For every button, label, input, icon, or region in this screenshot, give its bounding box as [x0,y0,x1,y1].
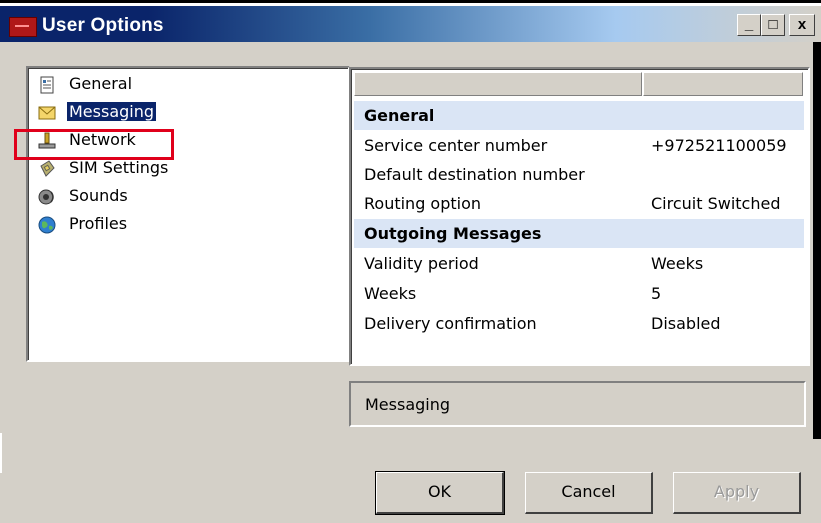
cancel-button[interactable]: Cancel [525,472,653,514]
property-name: Service center number [364,136,548,155]
property-row[interactable]: Validity period Weeks [354,249,804,278]
property-value[interactable]: Weeks [651,254,703,273]
property-row[interactable]: Default destination number [354,160,804,189]
speaker-icon [38,189,54,205]
nav-label-sounds: Sounds [69,186,128,205]
category-list[interactable]: General Messaging Network SIM Settings S… [26,66,350,362]
close-button[interactable]: x [789,14,815,36]
property-row[interactable]: Weeks 5 [354,279,804,308]
document-icon [40,76,54,94]
property-value[interactable]: 5 [651,284,661,303]
apply-button[interactable]: Apply [673,472,801,514]
globe-person-icon [38,216,56,234]
property-name: Validity period [364,254,479,273]
property-value[interactable]: Circuit Switched [651,194,780,213]
top-border-line [0,0,821,3]
envelope-icon [38,106,56,120]
left-edge-line [0,433,2,473]
ok-button[interactable]: OK [375,471,505,515]
window-title: User Options [42,15,164,36]
network-highlight-annotation [14,129,174,160]
nav-label-general: General [69,74,133,93]
property-grid[interactable]: General Service center number +972521100… [349,67,810,366]
section-header-outgoing-messages: Outgoing Messages [354,219,804,248]
description-text: Messaging [365,395,451,414]
property-name: Default destination number [364,165,585,184]
property-value[interactable]: Disabled [651,314,721,333]
property-name: Weeks [364,284,417,303]
title-bar[interactable]: User Options _ □ x [0,6,821,42]
user-options-window: User Options _ □ x General Messaging Net… [0,6,821,523]
description-panel: Messaging [349,381,806,427]
property-row[interactable]: Delivery confirmation Disabled [354,309,804,338]
section-header-general: General [354,101,804,130]
nav-label-messaging: Messaging [67,102,157,121]
column-header-name[interactable] [354,72,642,96]
app-icon[interactable] [9,17,37,37]
property-row[interactable]: Service center number +972521100059 [354,131,804,160]
section-title: General [364,106,435,125]
nav-label-profiles: Profiles [69,214,128,233]
property-name: Delivery confirmation [364,314,537,333]
column-header-value[interactable] [643,72,803,96]
section-title: Outgoing Messages [364,224,542,243]
maximize-button[interactable]: □ [761,14,785,36]
property-name: Routing option [364,194,482,213]
property-row[interactable]: Routing option Circuit Switched [354,189,804,218]
nav-label-sim-settings: SIM Settings [69,158,169,177]
minimize-button[interactable]: _ [737,14,761,36]
sim-card-icon [40,160,55,177]
right-edge-strip [813,42,821,439]
property-value[interactable]: +972521100059 [651,136,787,155]
